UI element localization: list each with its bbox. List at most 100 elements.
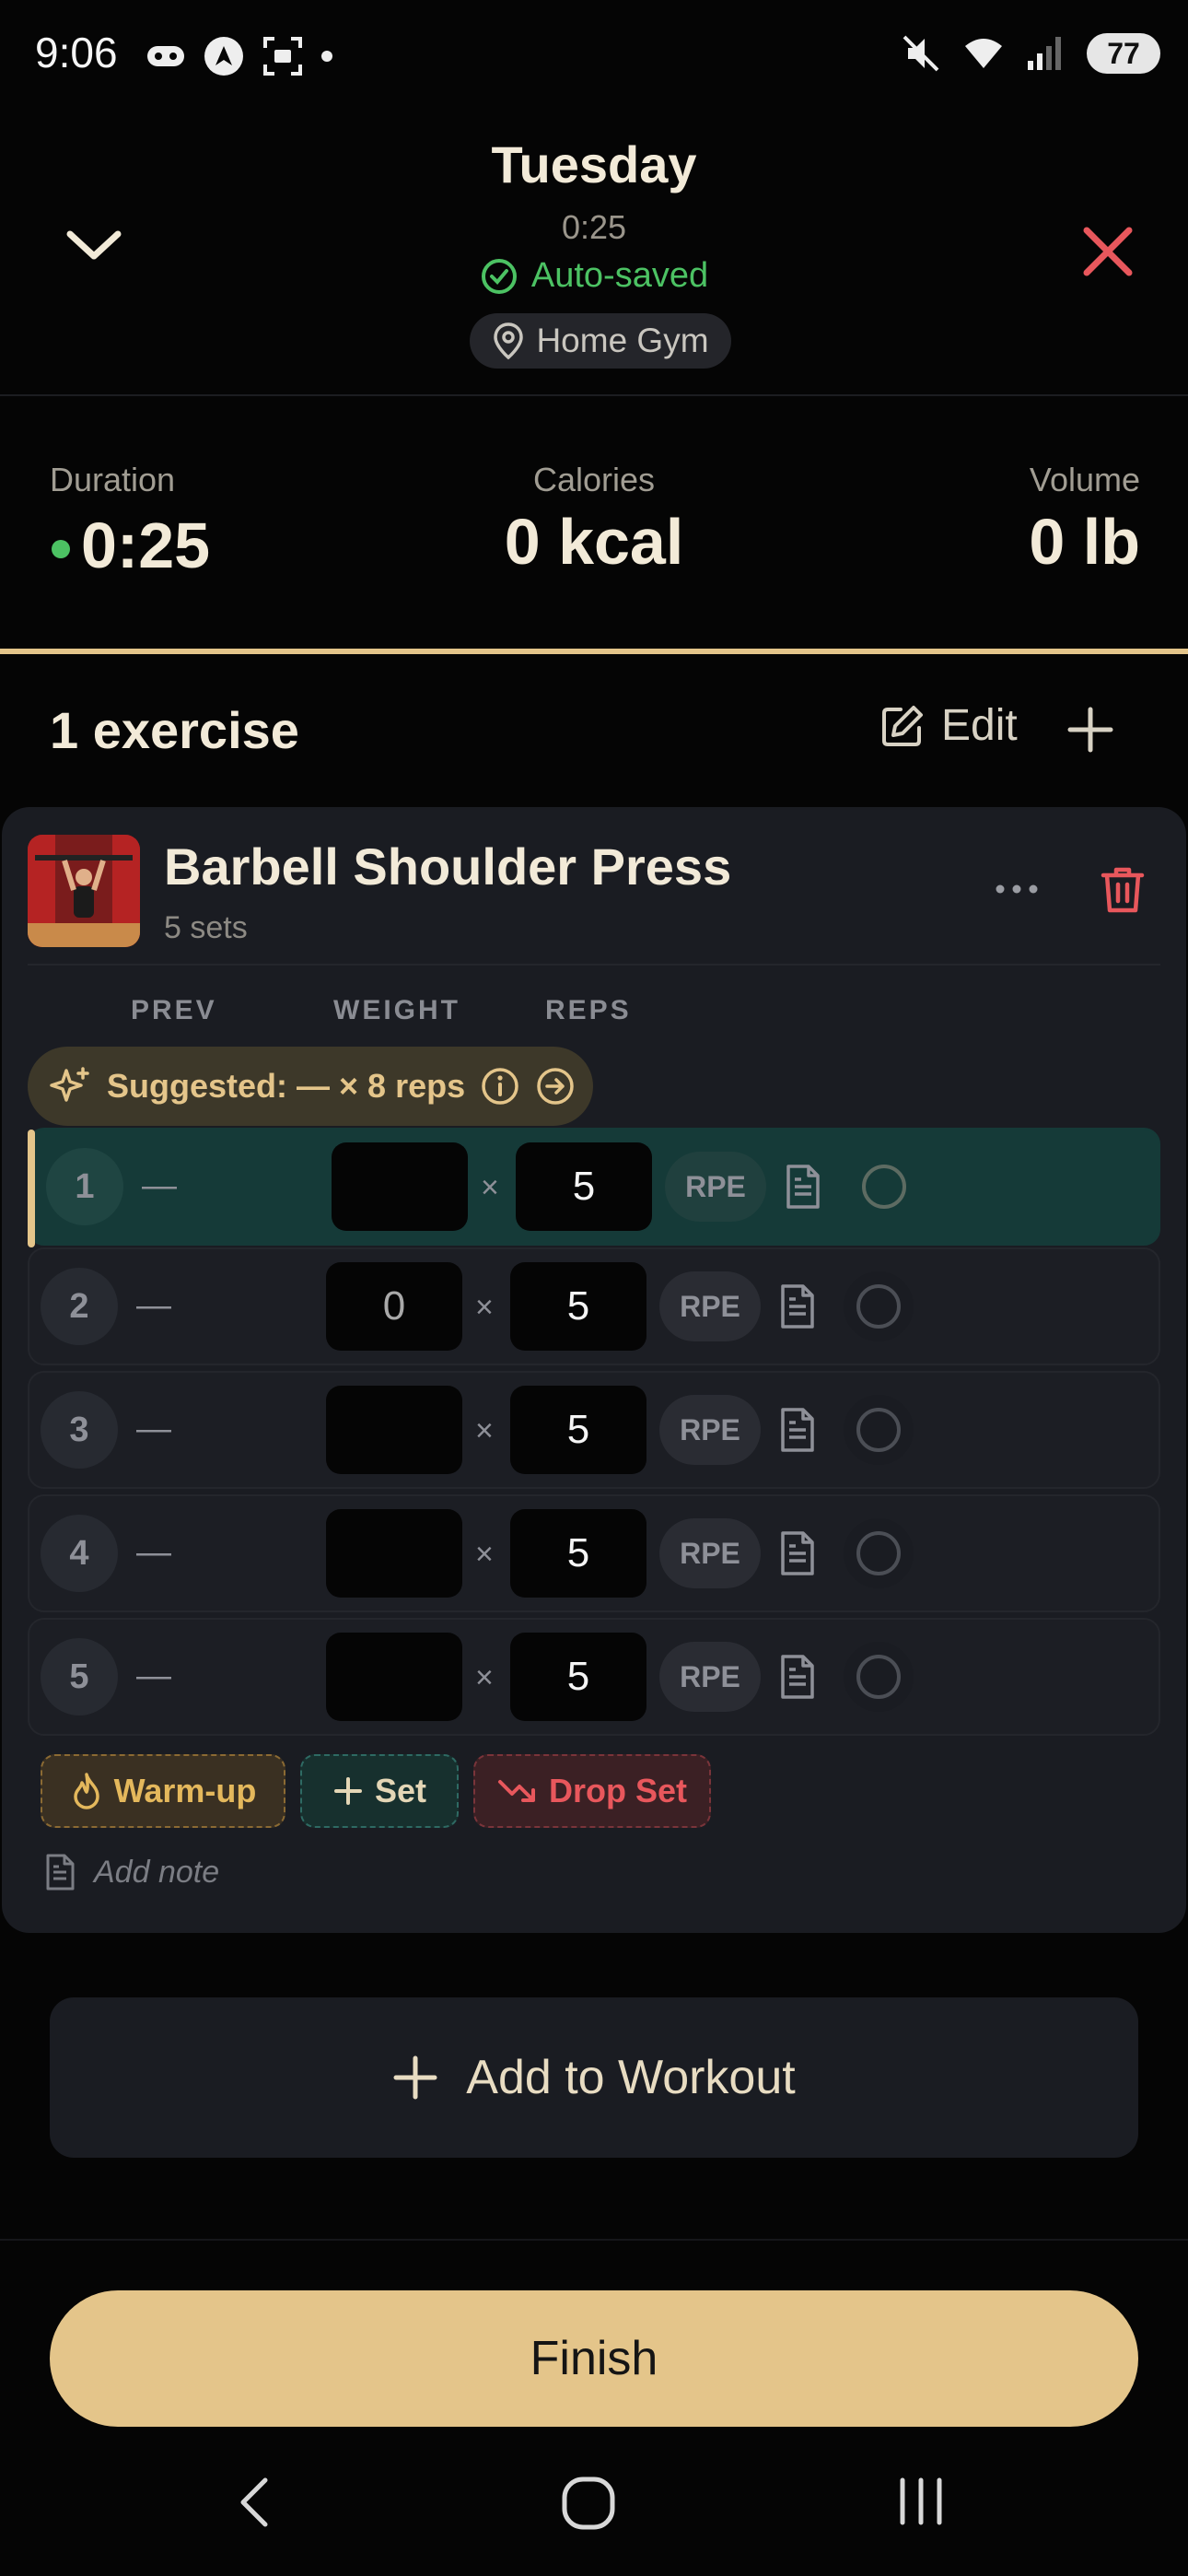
add-to-workout-button[interactable]: Add to Workout	[50, 1997, 1138, 2158]
set-note-button[interactable]	[777, 1529, 818, 1577]
set-row[interactable]: 5— × 5 RPE	[28, 1618, 1160, 1736]
weight-input[interactable]	[326, 1386, 462, 1474]
edit-icon	[882, 705, 923, 746]
exercise-thumbnail[interactable]	[28, 835, 140, 947]
set-note-button[interactable]	[777, 1406, 818, 1454]
set-number[interactable]: 4	[41, 1515, 118, 1592]
exercise-more-button[interactable]	[989, 875, 1044, 903]
empty-circle-icon	[862, 1165, 906, 1209]
nav-home-icon	[562, 2476, 615, 2530]
autosave-label: Auto-saved	[530, 256, 709, 295]
rpe-button[interactable]: RPE	[659, 1271, 761, 1341]
set-row[interactable]: 4 — × 5 RPE	[28, 1494, 1160, 1612]
finish-button[interactable]: Finish	[50, 2290, 1138, 2427]
status-right-icons: 77	[901, 33, 1160, 74]
times-symbol: ×	[475, 1413, 494, 1448]
column-reps: REPS	[545, 995, 632, 1025]
reps-input[interactable]: 5	[510, 1386, 646, 1474]
reps-input[interactable]: 5	[516, 1142, 652, 1231]
rpe-button[interactable]: RPE	[665, 1152, 766, 1222]
nav-back-button[interactable]	[236, 2475, 273, 2530]
status-time: 9:06	[35, 29, 118, 76]
delete-exercise-button[interactable]	[1096, 862, 1149, 916]
nav-home-button[interactable]	[560, 2475, 617, 2532]
times-symbol: ×	[481, 1170, 499, 1205]
complete-set-toggle[interactable]	[844, 1518, 914, 1588]
plus-icon	[393, 2055, 437, 2100]
note-icon	[46, 1854, 75, 1891]
set-note-button[interactable]	[783, 1163, 823, 1211]
set-number[interactable]: 1	[46, 1148, 123, 1225]
sparkles-icon	[50, 1067, 89, 1102]
add-exercise-button[interactable]	[1063, 702, 1118, 757]
note-icon	[781, 1655, 814, 1699]
location-pill[interactable]: Home Gym	[470, 313, 731, 369]
add-set-button[interactable]: Set	[300, 1754, 459, 1828]
add-note-input[interactable]: Add note	[42, 1852, 219, 1892]
calories-value: 0 kcal	[504, 506, 684, 578]
set-prev-value: —	[142, 1166, 177, 1205]
plus-icon	[1067, 707, 1113, 753]
complete-set-toggle[interactable]	[844, 1395, 914, 1465]
empty-circle-icon	[856, 1531, 901, 1575]
reps-input[interactable]: 5	[510, 1633, 646, 1721]
column-prev: PREV	[131, 995, 217, 1025]
location-label: Home Gym	[536, 322, 709, 359]
set-row[interactable]: 1 — × 5 RPE	[28, 1128, 1160, 1247]
add-set-label: Set	[374, 1772, 427, 1809]
wifi-icon	[965, 39, 1002, 68]
times-symbol: ×	[475, 1537, 494, 1572]
nav-recents-icon	[900, 2477, 942, 2525]
workout-title[interactable]: Tuesday	[0, 135, 1188, 194]
info-icon[interactable]	[480, 1066, 520, 1107]
set-row[interactable]: 2 — 0 × 5 RPE	[28, 1247, 1160, 1365]
discard-workout-button[interactable]	[1076, 219, 1140, 284]
rpe-button[interactable]: RPE	[659, 1395, 761, 1465]
complete-set-toggle[interactable]	[844, 1642, 914, 1712]
autosave-status: Auto-saved	[0, 256, 1188, 296]
trend-down-icon	[497, 1780, 535, 1802]
set-number[interactable]: 3	[41, 1391, 118, 1469]
set-number[interactable]: 2	[41, 1268, 118, 1345]
weight-input[interactable]	[326, 1509, 462, 1598]
edit-button[interactable]: Edit	[879, 700, 1018, 751]
set-prev-value: —	[136, 1657, 171, 1695]
footer-divider	[0, 2239, 1188, 2241]
weight-input[interactable]: 0	[326, 1262, 462, 1351]
stats-divider	[0, 649, 1188, 654]
rpe-button[interactable]: RPE	[659, 1518, 761, 1588]
signal-icon	[1028, 37, 1061, 70]
set-prev-value: —	[136, 1286, 171, 1325]
close-icon	[1083, 227, 1133, 276]
exercise-name[interactable]: Barbell Shoulder Press	[164, 837, 731, 896]
note-icon	[781, 1284, 814, 1329]
android-auto-icon	[204, 37, 243, 76]
set-note-button[interactable]	[777, 1282, 818, 1330]
times-symbol: ×	[475, 1290, 494, 1325]
reps-input[interactable]: 5	[510, 1509, 646, 1598]
exercise-set-count: 5 sets	[164, 910, 248, 945]
empty-circle-icon	[856, 1655, 901, 1699]
add-drop-set-button[interactable]: Drop Set	[473, 1754, 711, 1828]
suggestion-pill[interactable]: Suggested: — × 8 reps	[28, 1047, 593, 1126]
nav-back-icon	[240, 2477, 268, 2527]
dot-icon	[321, 51, 332, 62]
set-note-button[interactable]	[777, 1653, 818, 1701]
weight-input[interactable]	[332, 1142, 468, 1231]
empty-circle-icon	[856, 1284, 901, 1329]
complete-set-toggle[interactable]	[844, 1271, 914, 1341]
suggestion-text: Suggested: — × 8 reps	[107, 1067, 466, 1105]
weight-input[interactable]	[326, 1633, 462, 1721]
complete-set-toggle[interactable]	[849, 1152, 919, 1222]
volume-label: Volume	[1029, 461, 1140, 498]
set-row[interactable]: 3 — × 5 RPE	[28, 1371, 1160, 1489]
note-icon	[786, 1165, 820, 1209]
column-weight: WEIGHT	[333, 995, 460, 1025]
rpe-button[interactable]: RPE	[659, 1642, 761, 1712]
add-warmup-button[interactable]: Warm-up	[41, 1754, 285, 1828]
arrow-right-circle-icon[interactable]	[535, 1066, 576, 1107]
set-number[interactable]: 5	[41, 1638, 118, 1715]
nav-recents-button[interactable]	[895, 2476, 947, 2526]
reps-input[interactable]: 5	[510, 1262, 646, 1351]
header-divider	[0, 394, 1188, 396]
